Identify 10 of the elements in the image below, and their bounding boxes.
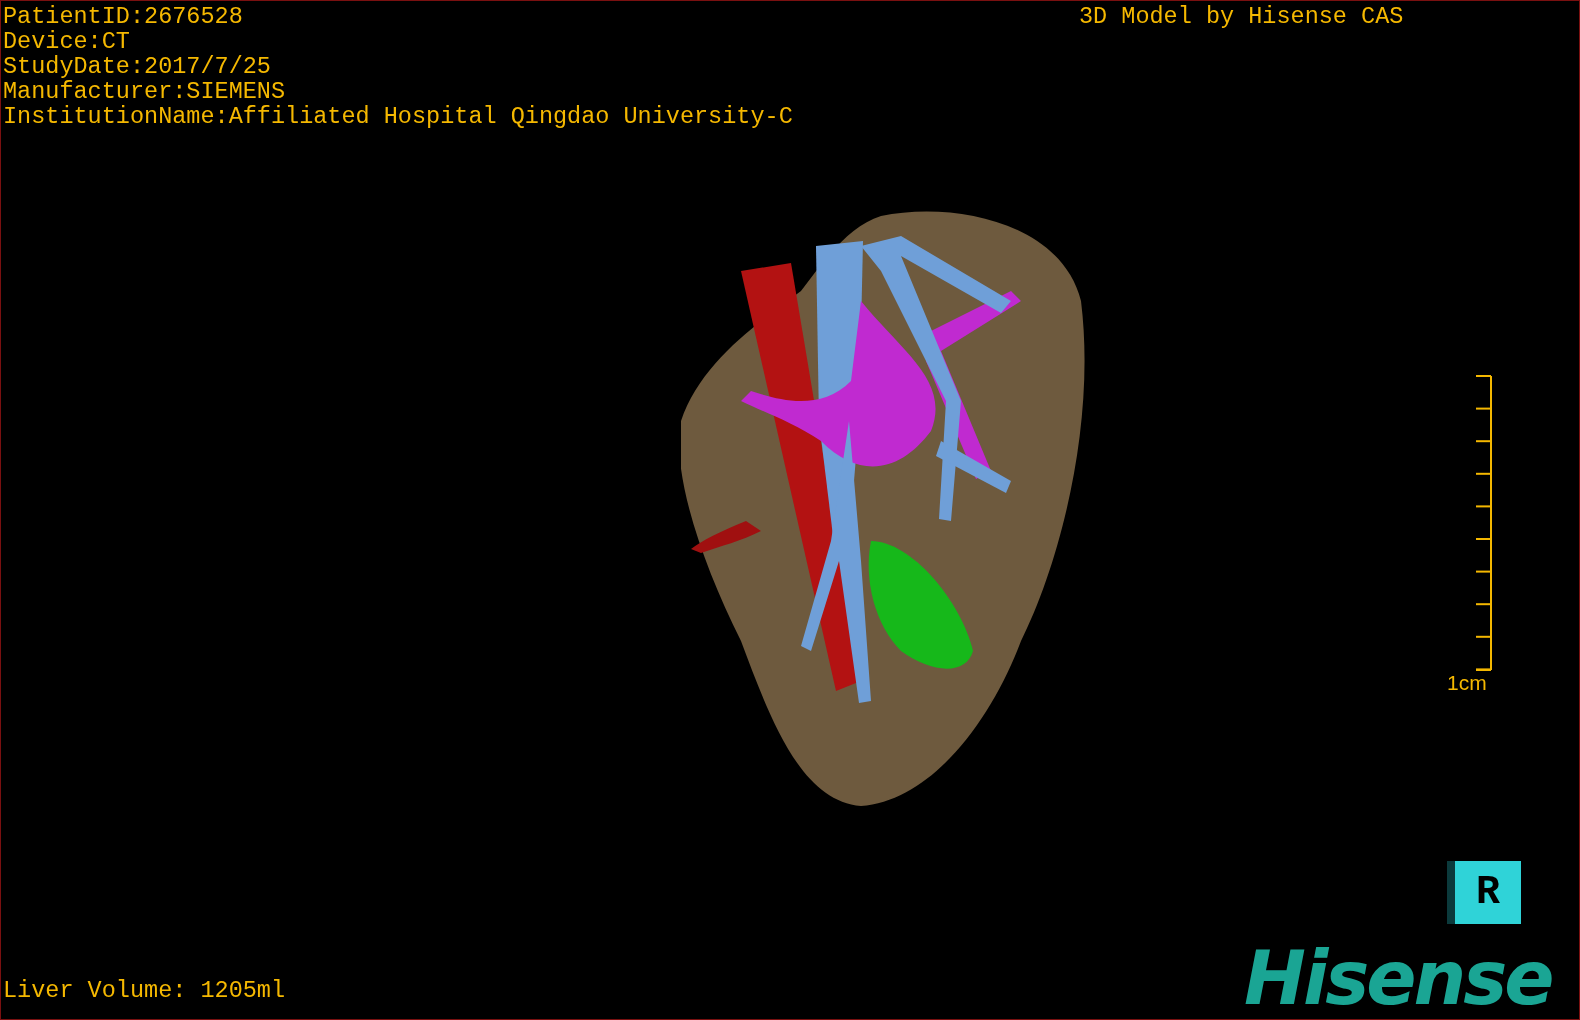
patient-info-line: Manufacturer:SIEMENS xyxy=(3,79,287,104)
patient-info-line: StudyDate:2017/7/25 xyxy=(3,54,272,79)
scale-label: 1cm xyxy=(1447,672,1487,694)
patient-info-line: InstitutionName:Affiliated Hospital Qingdao University-C xyxy=(3,104,793,129)
model-credit: 3D Model by Hisense CAS xyxy=(1079,4,1404,29)
patient-info-line: Device:CT xyxy=(3,29,131,54)
orientation-marker[interactable]: R xyxy=(1447,861,1521,924)
patient-info-line: PatientID:2676528 xyxy=(3,4,244,29)
logo: Hisense xyxy=(1244,938,1552,1018)
liver-volume: Liver Volume: 1205ml xyxy=(3,978,286,1003)
